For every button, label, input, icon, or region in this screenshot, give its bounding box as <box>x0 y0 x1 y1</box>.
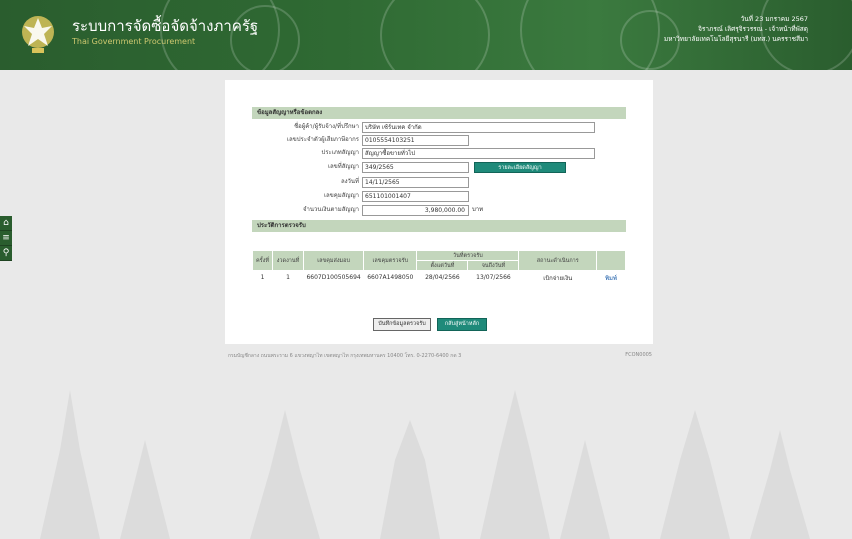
contract-number-input[interactable]: 349/2565 <box>362 162 469 173</box>
field-tax-id: เลขประจำตัวผู้เสียภาษีอากร 0105554103251 <box>252 134 626 146</box>
user-name: จิราภรณ์ เลิศรุจิรวรรณ - เจ้าหน้าที่พัสด… <box>698 25 808 33</box>
contract-amount-input[interactable]: 3,980,000.00 <box>362 205 469 216</box>
field-contract-amount: จำนวนเงินตามสัญญา 3,980,000.00 บาท <box>252 204 626 216</box>
field-control-number: เลขคุมสัญญา 651101001407 <box>252 190 626 202</box>
home-icon[interactable]: ⌂ <box>0 216 12 231</box>
user-organization: มหาวิทยาลัยเทคโนโลยีสุรนารี (มทส.) นครรา… <box>663 35 808 43</box>
col-delivery-no: เลขคุมส่งมอบ <box>302 250 365 271</box>
top-banner: ระบบการจัดซื้อจัดจ้างภาครัฐ Thai Governm… <box>0 0 852 70</box>
col-index: ครั้งที่ <box>252 250 273 271</box>
contract-type-input[interactable]: สัญญาซื้อขายทั่วไป <box>362 148 595 159</box>
row-delivery-no: 6607D100505694 <box>306 274 361 282</box>
side-toolbar: ⌂ ≡ ⚲ <box>0 216 12 261</box>
section-inspection-history: ประวัติการตรวจรับ <box>252 220 626 232</box>
garuda-logo-icon <box>22 16 54 53</box>
field-contract-date: ลงวันที่ 14/11/2565 <box>252 176 626 188</box>
field-contract-number: เลขที่สัญญา 349/2565 รายละเอียดสัญญา <box>252 161 626 173</box>
row-installment: 1 <box>286 274 290 282</box>
contract-panel: ข้อมูลสัญญาหรือข้อตกลง ชื่อผู้ค้า/ผู้รับ… <box>225 80 653 344</box>
footer-address: กรมบัญชีกลาง ถนนพระราม 6 แขวงพญาไท เขตพญ… <box>228 353 462 359</box>
col-installment: งวดงานที่ <box>271 250 305 271</box>
back-home-button[interactable]: กลับสู่หน้าหลัก <box>437 318 487 331</box>
section-contract-info: ข้อมูลสัญญาหรือข้อตกลง <box>252 107 626 119</box>
vendor-name-input[interactable]: บริษัท เซ้ร์นเทค จำกัด <box>362 122 595 133</box>
col-inspection-no: เลขคุมตรวจรับ <box>363 250 418 271</box>
page-code: FCON0005 <box>625 352 652 358</box>
app-subtitle: Thai Government Procurement <box>72 37 196 46</box>
tax-id-label: เลขประจำตัวผู้เสียภาษีอากร <box>286 136 359 143</box>
tax-id-input[interactable]: 0105554103251 <box>362 135 469 146</box>
search-icon[interactable]: ⚲ <box>0 246 12 261</box>
field-contract-type: ประเภทสัญญา สัญญาซื้อขายทั่วไป <box>252 147 626 159</box>
col-action <box>596 250 626 271</box>
col-status: สถานะดำเนินการ <box>518 250 598 271</box>
background-temples <box>40 390 810 539</box>
contract-type-label: ประเภทสัญญา <box>321 149 359 156</box>
save-inspection-button[interactable]: บันทึกข้อมูลตรวจรับ <box>373 318 431 331</box>
print-link[interactable]: พิมพ์ <box>597 271 626 285</box>
currency-unit: บาท <box>472 206 484 213</box>
field-vendor-name: ชื่อผู้ค้า/ผู้รับจ้าง/ที่ปรึกษา บริษัท เ… <box>252 121 626 133</box>
contract-details-button[interactable]: รายละเอียดสัญญา <box>474 162 566 173</box>
contract-number-label: เลขที่สัญญา <box>327 163 359 170</box>
col-start-date: ตั้งแต่วันที่ <box>416 260 469 271</box>
row-index: 1 <box>260 274 265 282</box>
app-title: ระบบการจัดซื้อจัดจ้างภาครัฐ <box>72 17 259 35</box>
row-inspection-no: 6607A1498050 <box>367 274 414 282</box>
col-end-date: จนถึงวันที่ <box>467 260 520 271</box>
control-number-label: เลขคุมสัญญา <box>323 192 359 199</box>
vendor-name-label: ชื่อผู้ค้า/ผู้รับจ้าง/ที่ปรึกษา <box>294 123 359 130</box>
contract-amount-label: จำนวนเงินตามสัญญา <box>302 206 359 213</box>
contract-date-label: ลงวันที่ <box>340 178 359 185</box>
row-end-date: 13/07/2566 <box>476 274 511 282</box>
inspection-table: ครั้งที่ งวดงานที่ เลขคุมส่งมอบ เลขคุมตร… <box>252 250 626 285</box>
table-row: 1 1 6607D100505694 6607A1498050 28/04/25… <box>253 271 626 285</box>
user-info: วันที่ 23 มกราคม 2567 จิราภรณ์ เลิศรุจิร… <box>664 14 808 44</box>
row-status: เบิกจ่ายเงิน <box>543 274 573 282</box>
menu-icon[interactable]: ≡ <box>0 231 12 246</box>
row-start-date: 28/04/2566 <box>425 274 460 282</box>
contract-date-input[interactable]: 14/11/2565 <box>362 177 469 188</box>
page-footer: กรมบัญชีกลาง ถนนพระราม 6 แขวงพญาไท เขตพญ… <box>228 352 652 360</box>
current-date: วันที่ 23 มกราคม 2567 <box>740 15 808 23</box>
control-number-input[interactable]: 651101001407 <box>362 191 469 202</box>
col-inspection-date: วันที่ตรวจรับ <box>416 250 520 261</box>
